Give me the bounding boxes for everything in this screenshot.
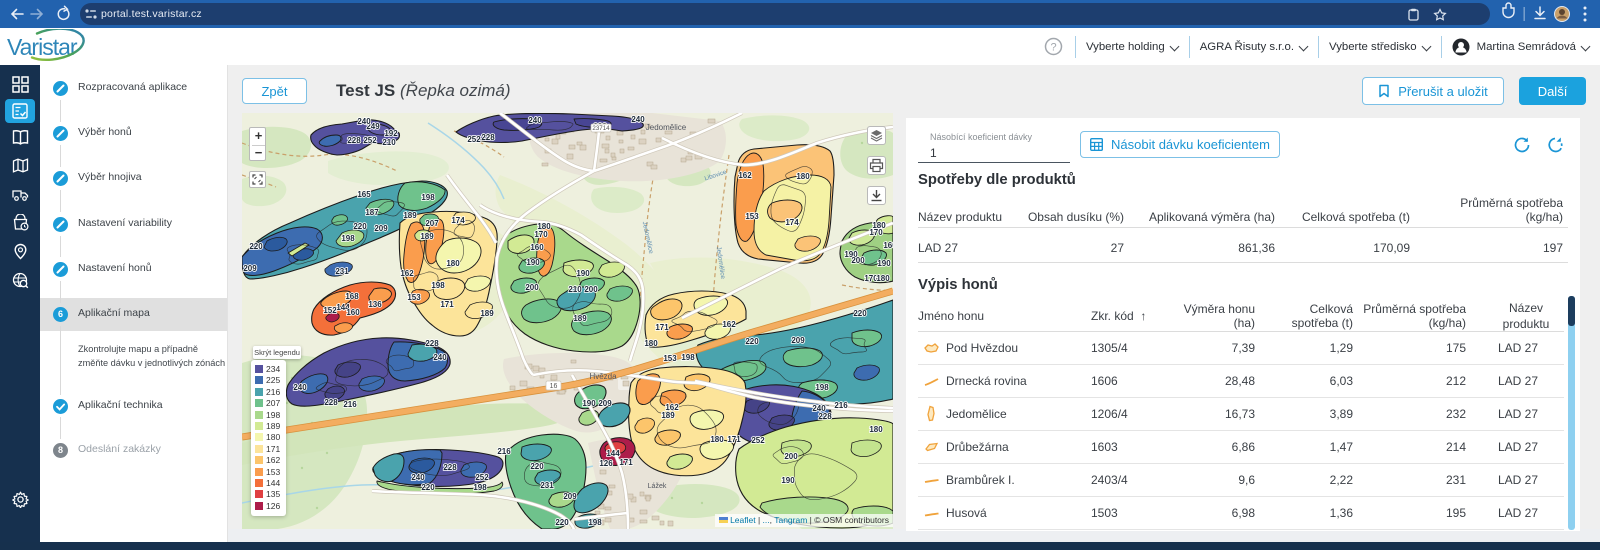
svg-text:240: 240: [631, 115, 645, 124]
svg-text:220: 220: [421, 483, 435, 492]
svg-text:171: 171: [727, 435, 741, 444]
svg-text:198: 198: [473, 483, 487, 492]
svg-text:228: 228: [443, 463, 457, 472]
svg-text:231: 231: [540, 481, 554, 490]
svg-text:180: 180: [796, 172, 810, 181]
svg-text:153: 153: [407, 293, 421, 302]
svg-text:189: 189: [661, 411, 675, 420]
svg-text:160: 160: [530, 243, 544, 252]
svg-text:198: 198: [431, 281, 445, 290]
svg-text:228: 228: [818, 412, 832, 421]
svg-text:228: 228: [347, 136, 361, 145]
svg-text:174: 174: [785, 218, 799, 227]
svg-text:Jedomělice: Jedomělice: [641, 221, 655, 255]
svg-text:Lážek: Lážek: [648, 483, 667, 490]
svg-text:210: 210: [382, 138, 396, 147]
svg-text:152: 152: [323, 306, 337, 315]
svg-text:153: 153: [663, 354, 677, 363]
svg-text:240: 240: [528, 116, 542, 125]
svg-text:171: 171: [440, 300, 454, 309]
svg-text:Hvězda: Hvězda: [589, 372, 617, 381]
svg-text:190: 190: [576, 269, 590, 278]
svg-text:207: 207: [425, 219, 439, 228]
svg-text:216: 216: [497, 447, 511, 456]
svg-text:220: 220: [555, 518, 569, 527]
svg-text:220: 220: [249, 242, 263, 251]
svg-text:198: 198: [815, 383, 829, 392]
svg-text:?: ?: [1050, 42, 1056, 54]
svg-text:200: 200: [784, 452, 798, 461]
svg-text:252: 252: [475, 473, 489, 482]
svg-text:170: 170: [869, 228, 883, 237]
svg-text:189: 189: [573, 314, 587, 323]
svg-text:198: 198: [421, 193, 435, 202]
svg-text:198: 198: [341, 234, 355, 243]
svg-text:190: 190: [526, 258, 540, 267]
svg-text:160: 160: [883, 241, 893, 250]
svg-text:126: 126: [599, 459, 613, 468]
svg-text:220: 220: [745, 337, 759, 346]
svg-text:174: 174: [451, 216, 465, 225]
svg-text:23714: 23714: [592, 125, 610, 132]
svg-text:216: 216: [343, 400, 357, 409]
svg-text:190: 190: [781, 476, 795, 485]
svg-text:198: 198: [588, 518, 602, 527]
svg-text:162: 162: [400, 269, 414, 278]
svg-text:210: 210: [568, 285, 582, 294]
svg-text:160: 160: [346, 308, 360, 317]
svg-text:190: 190: [582, 399, 596, 408]
svg-text:228: 228: [425, 339, 439, 348]
svg-text:240: 240: [411, 473, 425, 482]
svg-text:200: 200: [525, 283, 539, 292]
svg-text:209: 209: [374, 224, 388, 233]
svg-text:252: 252: [751, 436, 765, 445]
svg-text:220: 220: [353, 222, 367, 231]
svg-text:144: 144: [606, 449, 620, 458]
svg-text:180: 180: [876, 274, 890, 283]
svg-text:240: 240: [433, 353, 447, 362]
svg-text:168: 168: [345, 292, 359, 301]
svg-text:189: 189: [403, 211, 417, 220]
svg-text:200: 200: [851, 256, 865, 265]
svg-text:170: 170: [534, 230, 548, 239]
svg-text:180: 180: [644, 339, 658, 348]
svg-text:187: 187: [365, 208, 379, 217]
svg-text:228: 228: [481, 133, 495, 142]
svg-text:189: 189: [420, 232, 434, 241]
svg-text:180: 180: [446, 259, 460, 268]
svg-text:228: 228: [324, 398, 338, 407]
svg-text:220: 220: [530, 462, 544, 471]
svg-text:198: 198: [681, 353, 695, 362]
svg-text:216: 216: [834, 401, 848, 410]
svg-text:209: 209: [243, 264, 257, 273]
svg-text:252: 252: [363, 136, 377, 145]
svg-text:209: 209: [563, 492, 577, 501]
svg-text:240: 240: [293, 383, 307, 392]
svg-text:162: 162: [738, 171, 752, 180]
svg-text:209: 209: [598, 399, 612, 408]
svg-text:171: 171: [655, 323, 669, 332]
svg-text:190: 190: [877, 259, 891, 268]
svg-text:200: 200: [584, 285, 598, 294]
svg-text:153: 153: [745, 212, 759, 221]
svg-text:180: 180: [869, 425, 883, 434]
svg-text:16: 16: [550, 383, 558, 390]
svg-text:165: 165: [357, 190, 371, 199]
svg-text:231: 231: [335, 267, 349, 276]
svg-text:252: 252: [467, 135, 481, 144]
svg-text:136: 136: [368, 300, 382, 309]
svg-text:192: 192: [384, 129, 398, 138]
svg-text:189: 189: [480, 309, 494, 318]
svg-text:171: 171: [619, 458, 633, 467]
svg-text:Jedomělice: Jedomělice: [646, 123, 687, 132]
svg-text:180: 180: [710, 435, 724, 444]
svg-text:162: 162: [722, 320, 736, 329]
svg-text:209: 209: [791, 336, 805, 345]
svg-text:220: 220: [853, 309, 867, 318]
svg-text:240: 240: [357, 117, 371, 126]
